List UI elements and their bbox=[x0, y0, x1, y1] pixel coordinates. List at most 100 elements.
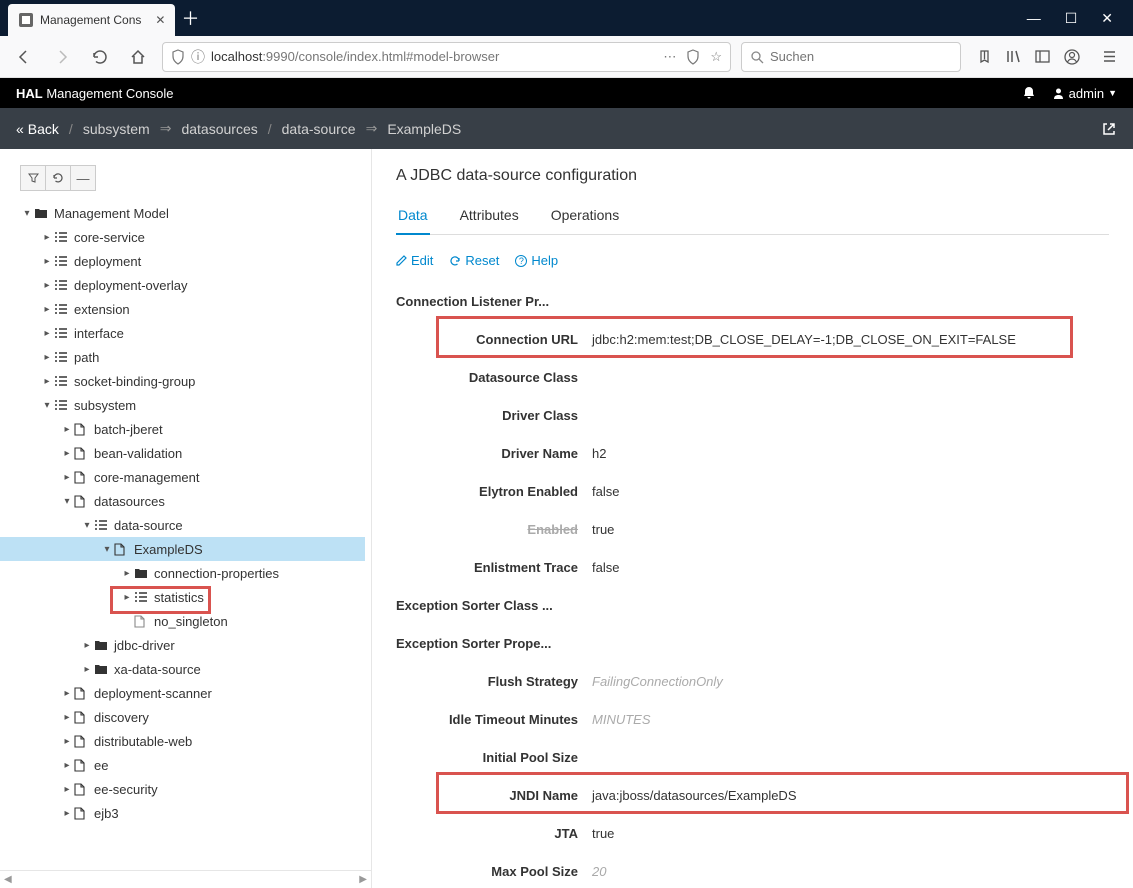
breadcrumb-item[interactable]: subsystem bbox=[83, 121, 150, 137]
collapse-button[interactable]: — bbox=[70, 165, 96, 191]
caret-icon[interactable]: ▾ bbox=[100, 544, 114, 555]
browser-tab[interactable]: Management Cons ✕ bbox=[8, 4, 175, 36]
bookmark-library-icon[interactable] bbox=[977, 49, 992, 65]
tree-item[interactable]: ▾datasources bbox=[0, 489, 365, 513]
tree-item[interactable]: ▸connection-properties bbox=[0, 561, 365, 585]
refresh-button[interactable] bbox=[45, 165, 71, 191]
caret-icon[interactable]: ▸ bbox=[40, 304, 54, 315]
tree-item[interactable]: ▸interface bbox=[0, 321, 365, 345]
reader-icon[interactable] bbox=[686, 49, 700, 65]
tree-item[interactable]: ▾Management Model bbox=[0, 201, 365, 225]
nav-reload-icon[interactable] bbox=[86, 43, 114, 71]
caret-icon[interactable]: ▸ bbox=[40, 328, 54, 339]
maximize-icon[interactable]: ☐ bbox=[1065, 10, 1078, 27]
tree-item[interactable]: ▸ee-security bbox=[0, 777, 365, 801]
caret-icon[interactable]: ▸ bbox=[80, 640, 94, 651]
sidebar-toggle-icon[interactable] bbox=[1035, 49, 1050, 65]
url-bar[interactable]: ⓘ localhost:9990/console/index.html#mode… bbox=[162, 42, 731, 72]
tab-operations[interactable]: Operations bbox=[549, 207, 621, 234]
library-icon[interactable] bbox=[1006, 49, 1021, 65]
caret-icon[interactable]: ▸ bbox=[60, 736, 74, 747]
tab-attributes[interactable]: Attributes bbox=[458, 207, 521, 234]
caret-icon[interactable]: ▸ bbox=[60, 784, 74, 795]
tree-item[interactable]: ▾ data-source bbox=[0, 513, 365, 537]
tree-node-label: jdbc-driver bbox=[112, 638, 175, 653]
url-more-icon[interactable]: ⋯ bbox=[663, 49, 676, 65]
minimize-icon[interactable]: — bbox=[1027, 10, 1041, 27]
tree-item[interactable]: ▸batch-jberet bbox=[0, 417, 365, 441]
bookmark-star-icon[interactable]: ☆ bbox=[710, 49, 722, 65]
search-input[interactable] bbox=[770, 49, 952, 64]
caret-icon[interactable]: ▸ bbox=[60, 472, 74, 483]
scroll-left-icon[interactable]: ◀ bbox=[4, 874, 12, 885]
tree-item[interactable]: ▾subsystem bbox=[0, 393, 365, 417]
scroll-right-icon[interactable]: ▶ bbox=[359, 874, 367, 885]
caret-icon[interactable]: ▾ bbox=[80, 520, 94, 531]
caret-icon[interactable]: ▸ bbox=[40, 376, 54, 387]
nav-home-icon[interactable] bbox=[124, 43, 152, 71]
menu-icon[interactable] bbox=[1102, 49, 1117, 65]
caret-icon[interactable]: ▸ bbox=[40, 280, 54, 291]
caret-icon[interactable]: ▾ bbox=[60, 496, 74, 507]
breadcrumb-item[interactable]: datasources bbox=[181, 121, 257, 137]
reset-action[interactable]: Reset bbox=[449, 253, 499, 268]
info-icon[interactable]: ⓘ bbox=[191, 47, 205, 67]
tree-item[interactable]: ▸deployment-scanner bbox=[0, 681, 365, 705]
external-link-icon[interactable] bbox=[1101, 121, 1117, 137]
caret-icon[interactable]: ▸ bbox=[120, 568, 134, 579]
tree-item[interactable]: ▸path bbox=[0, 345, 365, 369]
caret-icon[interactable]: ▾ bbox=[40, 400, 54, 411]
caret-icon[interactable]: ▸ bbox=[120, 592, 134, 603]
breadcrumb-item[interactable]: data-source bbox=[282, 121, 356, 137]
tree-item[interactable]: ▸xa-data-source bbox=[0, 657, 365, 681]
breadcrumb-back[interactable]: « Back bbox=[16, 121, 59, 137]
nav-back-icon[interactable] bbox=[10, 43, 38, 71]
tree-item[interactable]: ▸bean-validation bbox=[0, 441, 365, 465]
url-actions: ⋯ ☆ bbox=[663, 49, 722, 65]
tree-item[interactable]: ▸discovery bbox=[0, 705, 365, 729]
breadcrumb-item[interactable]: ExampleDS bbox=[387, 121, 461, 137]
caret-icon[interactable]: ▸ bbox=[40, 232, 54, 243]
attribute-label: Initial Pool Size bbox=[396, 750, 592, 765]
tree-item[interactable]: ▸core-management bbox=[0, 465, 365, 489]
tree-item[interactable]: ▸deployment-overlay bbox=[0, 273, 365, 297]
edit-action[interactable]: Edit bbox=[396, 253, 433, 268]
tree-item[interactable]: ▾ExampleDS bbox=[0, 537, 365, 561]
tree-item[interactable]: ▸core-service bbox=[0, 225, 365, 249]
attribute-row: Datasource Class bbox=[396, 358, 1109, 396]
close-window-icon[interactable]: ✕ bbox=[1101, 10, 1113, 27]
caret-icon[interactable] bbox=[120, 616, 134, 627]
tab-close-icon[interactable]: ✕ bbox=[155, 13, 165, 27]
tree-node-label: data-source bbox=[112, 518, 183, 533]
caret-icon[interactable]: ▸ bbox=[40, 352, 54, 363]
help-action[interactable]: ? Help bbox=[515, 253, 558, 268]
new-tab-button[interactable]: ＋ bbox=[181, 5, 199, 31]
tree-item[interactable]: ▸ jdbc-driver bbox=[0, 633, 365, 657]
user-menu[interactable]: admin ▼ bbox=[1052, 86, 1117, 101]
account-icon[interactable] bbox=[1064, 49, 1080, 65]
tree-item[interactable]: ▸ee bbox=[0, 753, 365, 777]
search-bar[interactable] bbox=[741, 42, 961, 72]
sidebar-hscrollbar[interactable]: ◀ ▶ bbox=[0, 870, 371, 888]
tab-data[interactable]: Data bbox=[396, 207, 430, 235]
caret-icon[interactable]: ▸ bbox=[60, 688, 74, 699]
tree-item[interactable]: ▸extension bbox=[0, 297, 365, 321]
tree-item[interactable]: ▸distributable-web bbox=[0, 729, 365, 753]
notification-bell-icon[interactable] bbox=[1022, 86, 1036, 100]
tree-item[interactable]: ▸statistics bbox=[0, 585, 365, 609]
caret-icon[interactable]: ▸ bbox=[60, 448, 74, 459]
caret-icon[interactable]: ▸ bbox=[60, 808, 74, 819]
caret-icon[interactable]: ▸ bbox=[60, 760, 74, 771]
caret-icon[interactable]: ▸ bbox=[60, 712, 74, 723]
caret-icon[interactable]: ▸ bbox=[80, 664, 94, 675]
caret-icon[interactable]: ▸ bbox=[40, 256, 54, 267]
caret-icon[interactable]: ▾ bbox=[20, 208, 34, 219]
caret-icon[interactable]: ▸ bbox=[60, 424, 74, 435]
tree-item[interactable]: ▸ejb3 bbox=[0, 801, 365, 825]
tree-item[interactable]: ▸socket-binding-group bbox=[0, 369, 365, 393]
attribute-row: Exception Sorter Prope... bbox=[396, 624, 1109, 662]
tree-item[interactable]: no_singleton bbox=[0, 609, 365, 633]
filter-button[interactable] bbox=[20, 165, 46, 191]
tree-item[interactable]: ▸deployment bbox=[0, 249, 365, 273]
shield-icon[interactable] bbox=[171, 49, 185, 65]
